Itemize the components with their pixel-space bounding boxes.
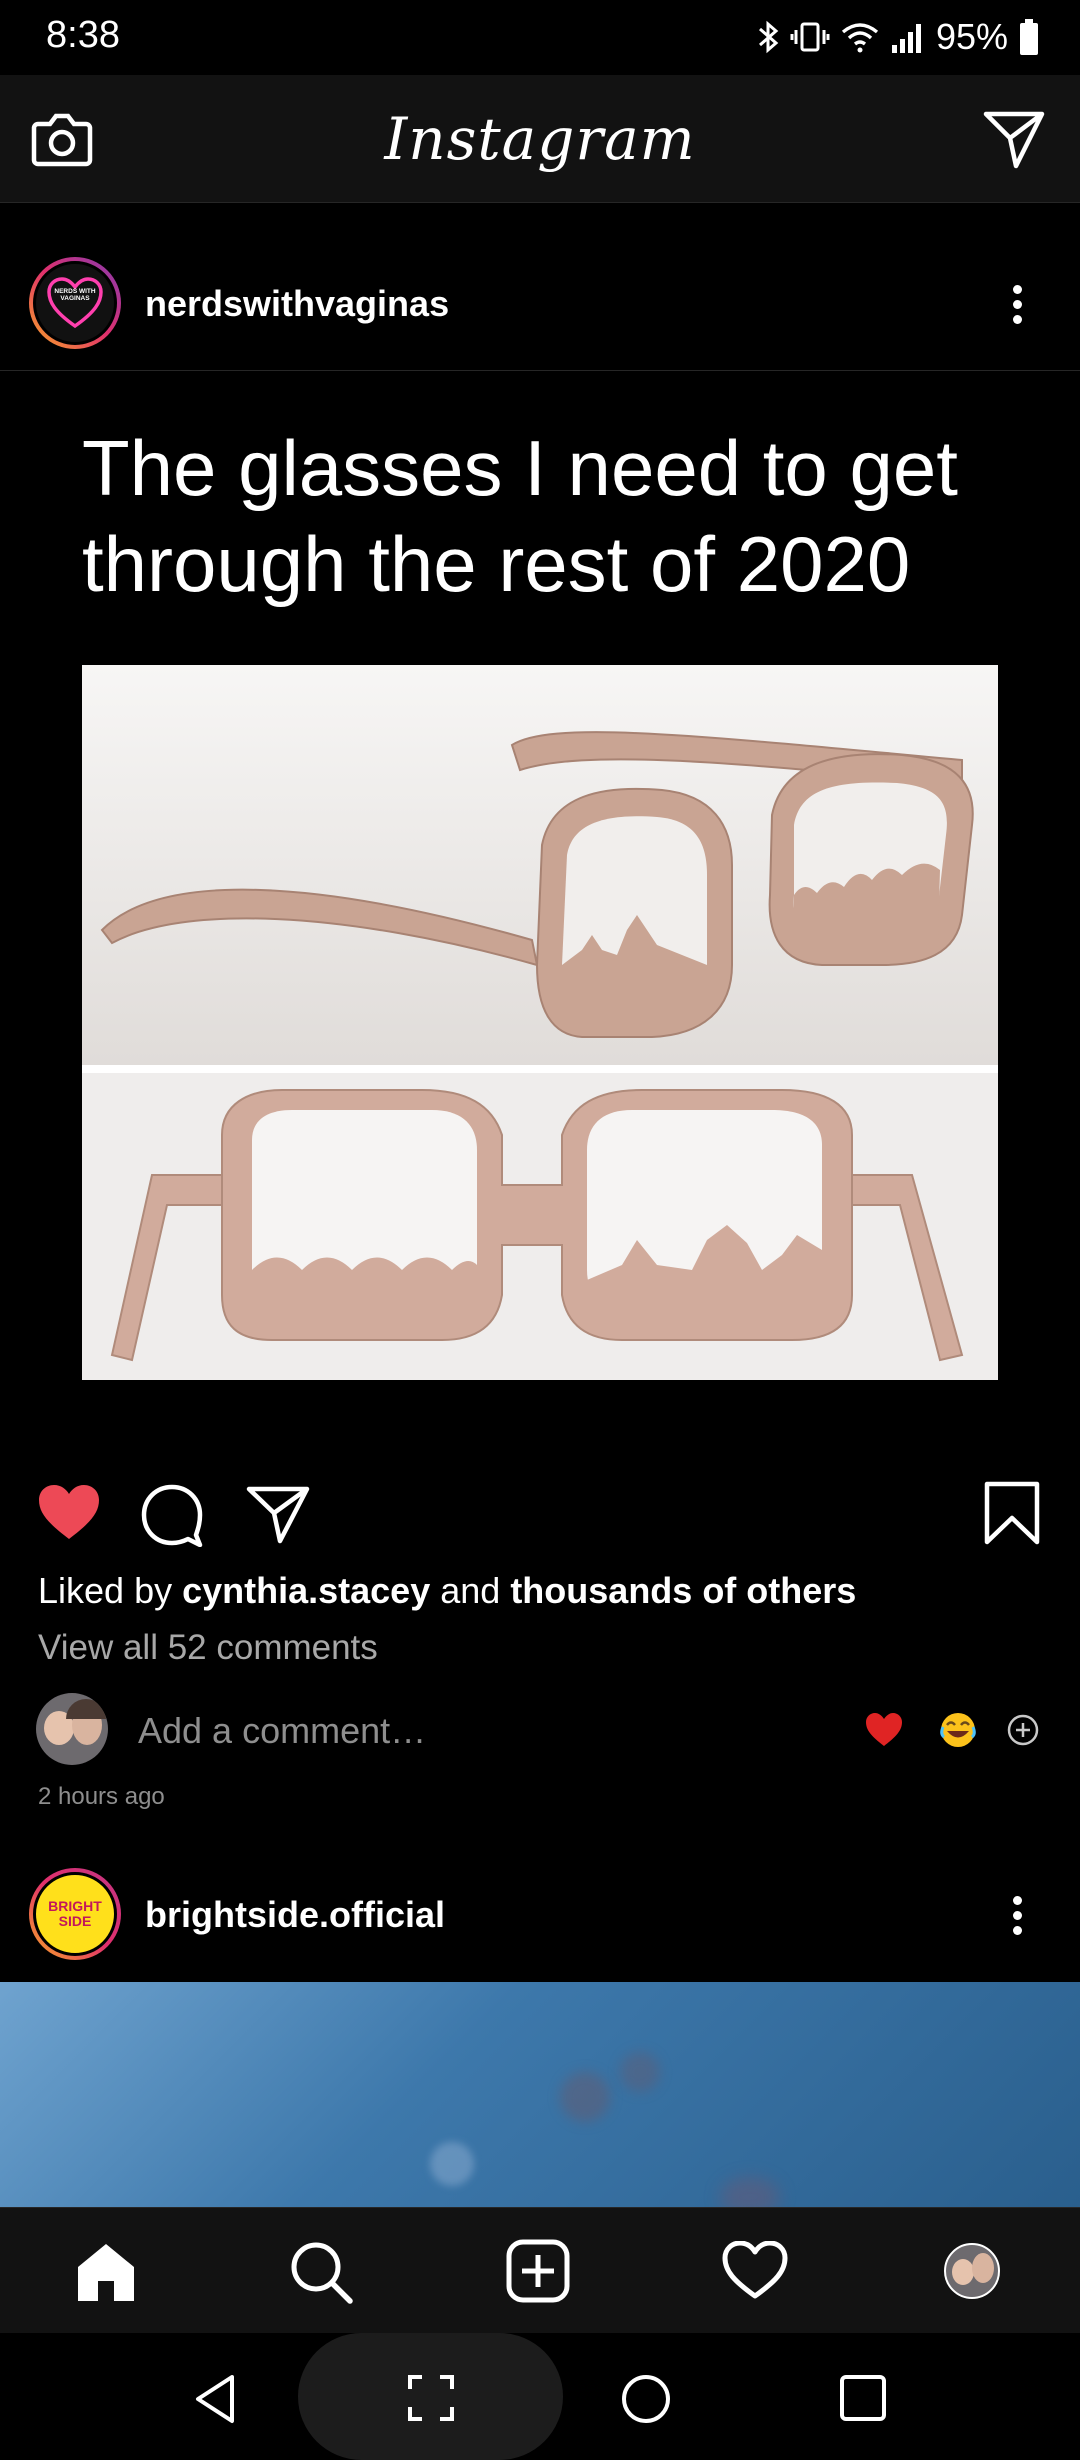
post-image-2[interactable] — [0, 1982, 1080, 2207]
post-image[interactable] — [82, 665, 998, 1380]
view-comments-link[interactable]: View all 52 comments — [38, 1628, 378, 1668]
battery-icon — [1020, 19, 1038, 55]
status-time: 8:38 — [46, 14, 120, 56]
screenshot-frame-icon[interactable] — [406, 2373, 456, 2423]
status-icons: 95% — [756, 14, 1040, 60]
system-nav-bar — [0, 2333, 1080, 2460]
post-header: NERDS WITH VAGINAS nerdswithvaginas — [0, 235, 1080, 371]
heart-logo-icon — [47, 277, 103, 329]
post-header-2: BRIGHT SIDE brightside.official — [0, 1846, 1080, 1982]
post-actions — [0, 1470, 1080, 1550]
like-heart-icon[interactable] — [36, 1483, 102, 1543]
likes-summary[interactable]: Liked by cynthia.stacey and thousands of… — [38, 1570, 856, 1612]
vibrate-icon — [790, 22, 830, 52]
avatar-2[interactable]: BRIGHT SIDE — [29, 1868, 121, 1960]
post-timestamp: 2 hours ago — [38, 1783, 165, 1810]
laughing-emoji-icon[interactable] — [938, 1710, 978, 1750]
more-options-icon-2[interactable] — [1002, 1890, 1032, 1941]
home-icon[interactable] — [74, 2241, 138, 2303]
meme-caption: The glasses I need to get through the re… — [82, 424, 958, 608]
username-2[interactable]: brightside.official — [145, 1894, 445, 1936]
overview-square-icon[interactable] — [838, 2373, 888, 2423]
new-post-icon[interactable] — [506, 2239, 570, 2303]
more-options-icon[interactable] — [1002, 279, 1032, 330]
liked-prefix: Liked by — [38, 1570, 183, 1611]
recent-apps-pill[interactable] — [298, 2333, 563, 2460]
app-logo: Instagram — [384, 105, 696, 173]
heart-emoji-icon[interactable] — [864, 1712, 904, 1748]
search-icon[interactable] — [288, 2239, 354, 2305]
liked-others[interactable]: thousands of others — [510, 1570, 856, 1611]
bottom-nav — [0, 2207, 1080, 2334]
direct-message-icon[interactable] — [982, 108, 1046, 170]
username[interactable]: nerdswithvaginas — [145, 283, 449, 325]
wifi-icon — [841, 23, 879, 53]
bookmark-icon[interactable] — [983, 1480, 1041, 1546]
add-emoji-icon[interactable] — [1006, 1713, 1040, 1747]
home-circle-icon[interactable] — [620, 2373, 672, 2425]
top-app-bar: Instagram — [0, 75, 1080, 203]
avatar-2-text-1: BRIGHT — [48, 1898, 102, 1914]
glasses-illustration — [82, 665, 998, 1380]
avatar[interactable]: NERDS WITH VAGINAS — [29, 257, 121, 349]
avatar-2-text-2: SIDE — [58, 1913, 92, 1929]
activity-heart-icon[interactable] — [722, 2241, 788, 2301]
profile-avatar[interactable] — [944, 2243, 1000, 2299]
liked-user[interactable]: cynthia.stacey — [182, 1570, 430, 1611]
comment-icon[interactable] — [140, 1483, 204, 1547]
share-icon[interactable] — [245, 1483, 311, 1545]
divider — [0, 370, 1080, 371]
bluetooth-icon — [758, 20, 779, 54]
battery-percent: 95% — [935, 16, 1008, 57]
liked-and: and — [430, 1570, 511, 1611]
user-avatar — [36, 1693, 108, 1765]
back-icon[interactable] — [192, 2373, 238, 2425]
status-bar: 8:38 95% — [0, 0, 1080, 75]
avatar-text: NERDS WITH VAGINAS — [54, 288, 96, 302]
signal-icon — [891, 24, 921, 53]
comment-input[interactable]: Add a comment… — [138, 1710, 426, 1752]
